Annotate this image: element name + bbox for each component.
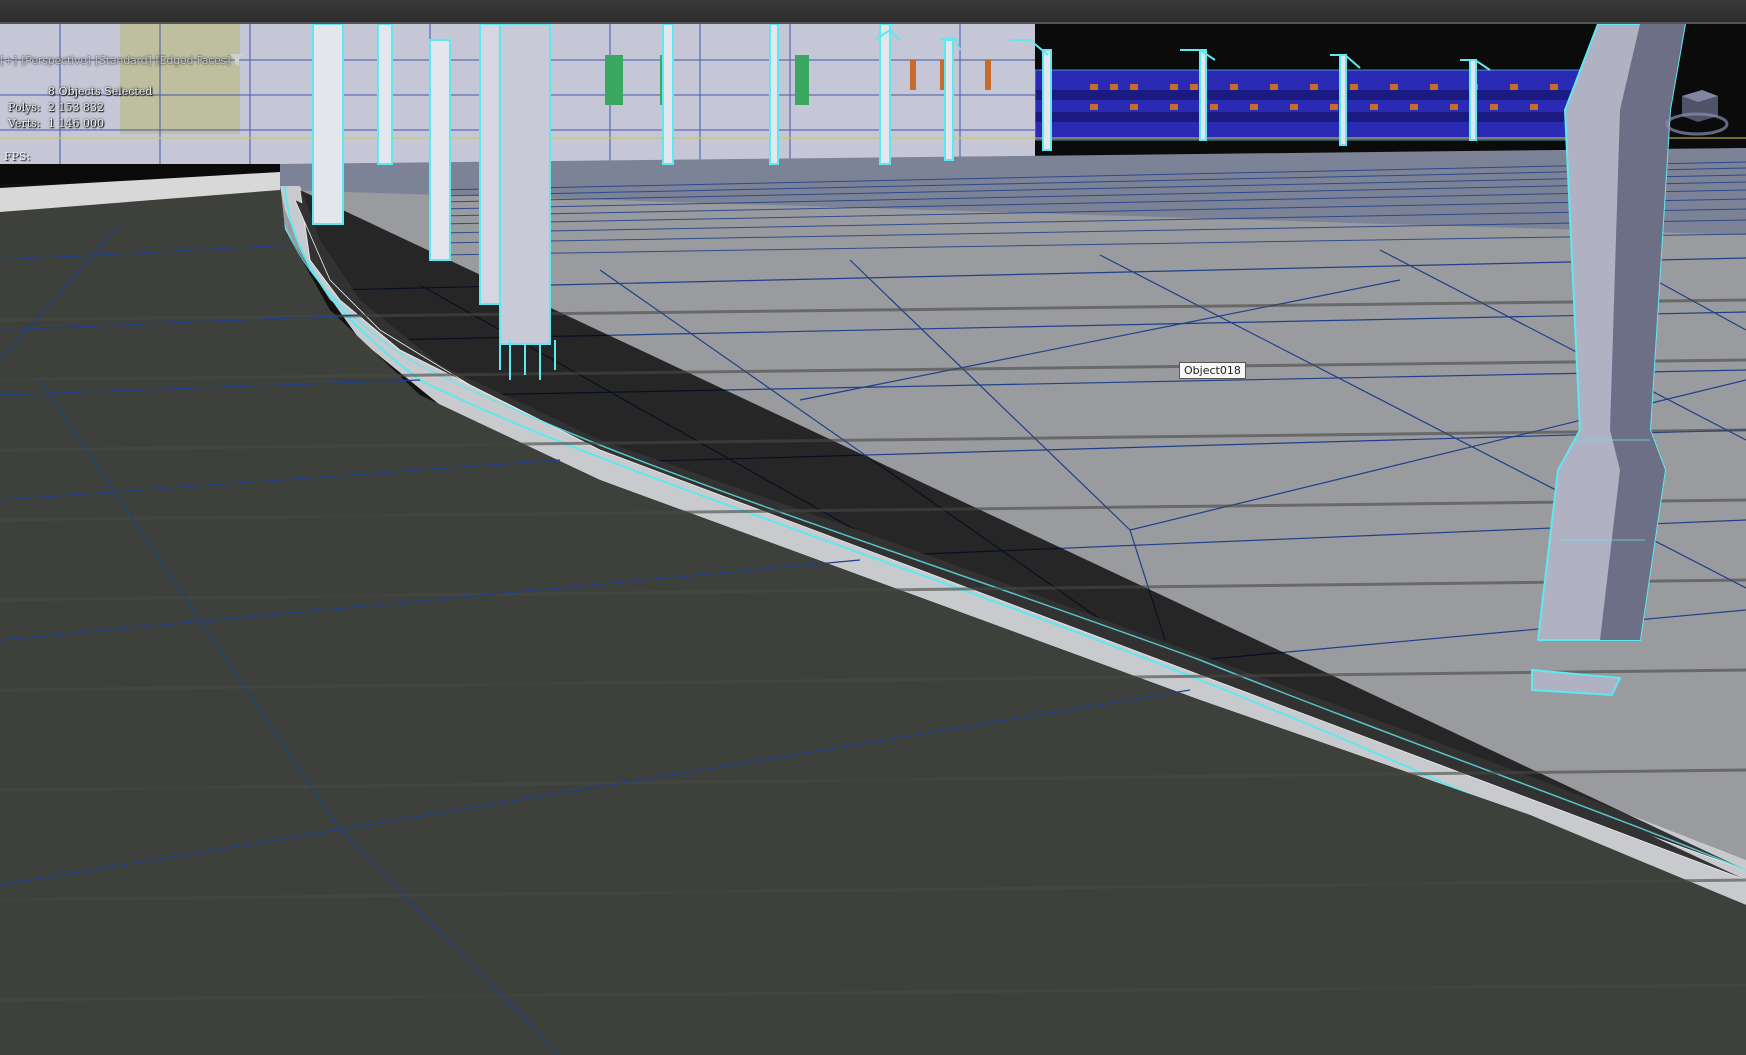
verts-label: Verts: (8, 117, 41, 130)
viewport-faces-label[interactable]: [Edged Faces] (156, 54, 231, 67)
selection-count: 8 Objects Selected (48, 85, 153, 98)
viewcube-icon[interactable] (1662, 82, 1732, 142)
polys-label: Polys: (8, 101, 41, 114)
viewport-menu-plus[interactable]: [+] (0, 54, 17, 67)
viewport-view-label[interactable]: [Perspective] (21, 54, 91, 67)
verts-value: 1 146 000 (48, 117, 104, 130)
viewport-label[interactable]: [+] [Perspective] [Standard] [Edged Faces] (0, 54, 234, 67)
filter-icon[interactable] (229, 53, 245, 67)
statistics-overlay: 8 Objects Selected Polys: 2 153 832 Verts… (8, 84, 152, 132)
polys-value: 2 153 832 (48, 101, 104, 114)
object-tooltip: Object018 (1179, 362, 1246, 379)
fps-label: FPS: (4, 150, 31, 163)
background-buildings (1034, 69, 1636, 141)
scene-render[interactable] (0, 24, 1746, 1055)
viewport-shading-label[interactable]: [Standard] (95, 54, 152, 67)
perspective-viewport[interactable]: [+] [Perspective] [Standard] [Edged Faces] … (0, 24, 1746, 1055)
viewport-title-bar (0, 0, 1746, 24)
